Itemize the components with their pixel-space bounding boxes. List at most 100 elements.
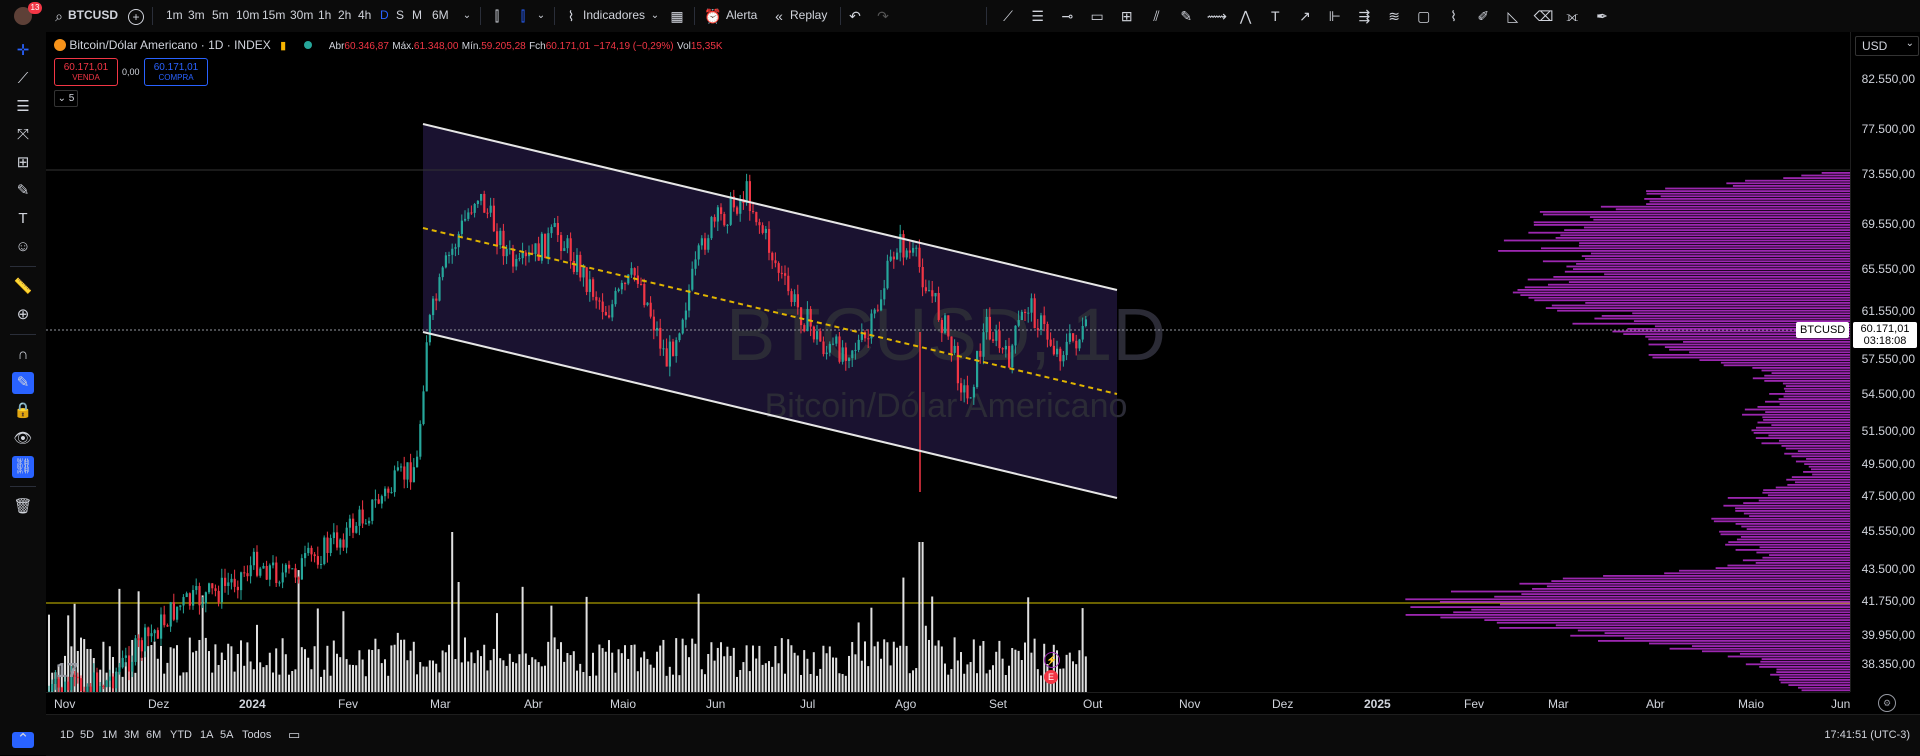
volume-bar [336,653,338,692]
measure-icon[interactable]: ⟗ [1563,7,1581,25]
indicators-button[interactable]: Indicadores [583,8,645,22]
candle-body [278,582,281,584]
objects-tree-icon[interactable]: ⌃ [12,732,34,748]
candle-body [937,293,940,320]
earnings-icon[interactable]: E [1044,670,1058,684]
tradingview-logo[interactable]: 17 [56,660,78,683]
candle-body [307,547,310,554]
magnet-icon[interactable]: ∩ [12,344,34,366]
text-icon[interactable]: T [1266,7,1284,25]
fib-icon[interactable]: ☰ [12,96,34,118]
range-5a[interactable]: 5A [220,729,233,741]
zoom-in-icon[interactable]: ⊕ [12,304,34,326]
interval-dropdown-icon[interactable]: ⌄ [458,7,476,25]
chart-type-dropdown-icon[interactable]: ⌄ [532,7,550,25]
interval-10m[interactable]: 10m [236,8,259,22]
stay-drawing-icon[interactable]: ✎ [12,372,34,394]
indicators-icon[interactable]: ⌇ [562,7,580,25]
undo-icon[interactable]: ↶ [846,7,864,25]
sell-button[interactable]: 60.171,01 VENDA [54,58,118,86]
eye-icon[interactable]: 👁 [12,428,34,450]
volume-bar [428,660,431,692]
triangle-icon[interactable]: ◺ [1504,7,1522,25]
interval-m[interactable]: M [412,8,422,22]
fib-retracement-icon[interactable]: ☰ [1029,7,1047,25]
interval-d[interactable]: D [380,8,389,22]
currency-select[interactable]: USD ⌄ [1855,36,1919,56]
range-3m[interactable]: 3M [124,729,139,741]
alert-button[interactable]: Alerta [726,8,757,22]
symbol-search[interactable]: BTCUSD [68,8,118,22]
callout-icon[interactable]: ▢ [1415,7,1433,25]
interval-1m[interactable]: 1m [166,8,183,22]
grid-icon[interactable]: ⊞ [1118,7,1136,25]
interval-1h[interactable]: 1h [318,8,331,22]
arrow-icon[interactable]: ↗ [1296,7,1314,25]
projection-icon[interactable]: ⇶ [1355,7,1373,25]
range-1a[interactable]: 1A [200,729,213,741]
trash-icon[interactable]: 🗑 [12,496,34,518]
replay-icon[interactable]: « [770,7,788,25]
range-5d[interactable]: 5D [80,729,94,741]
path-icon[interactable]: ⟿ [1207,7,1227,25]
channel-icon[interactable]: ⫽ [1148,7,1166,25]
pattern-icon[interactable]: ⤧ [12,124,34,146]
axis-settings-icon[interactable]: ⚙ [1878,694,1896,712]
flag-icon[interactable]: ▮ [280,40,286,52]
interval-15m[interactable]: 15m [262,8,285,22]
indicators-dropdown-icon[interactable]: ⌄ [646,7,664,25]
shapes-icon[interactable]: ⌇ [1445,7,1463,25]
volume-profile-row [1784,390,1850,393]
price-axis[interactable]: USD ⌄ 82.550,00 77.500,00 73.550,00 69.550,… [1850,32,1920,692]
polyline-icon[interactable]: ⋀ [1237,7,1255,25]
chart-canvas[interactable]: BTCUSD, 1D Bitcoin/Dólar Americano [46,32,1850,692]
eraser-icon[interactable]: ⌫ [1534,7,1554,25]
brush2-icon[interactable]: ✐ [1474,7,1492,25]
pattern-icon[interactable]: ≋ [1385,7,1403,25]
alert-icon[interactable]: ⏰ [704,7,722,25]
interval-6m[interactable]: 6M [432,8,449,22]
candle-body [982,332,985,357]
interval-4h[interactable]: 4h [358,8,371,22]
interval-3m[interactable]: 3m [188,8,205,22]
search-icon[interactable]: ⌕ [50,7,68,25]
rectangle-icon[interactable]: ▭ [1088,7,1106,25]
range-1d[interactable]: 1D [60,729,74,741]
date-range-icon[interactable]: ▭ [288,727,300,743]
brush-icon[interactable]: ✎ [1177,7,1195,25]
crosshair-icon[interactable]: ✛ [12,40,34,62]
brush-icon[interactable]: ✎ [12,180,34,202]
range-todos[interactable]: Todos [242,729,271,741]
clock[interactable]: 17:41:51 (UTC-3) [1824,729,1910,741]
chart-type-icon[interactable]: ⫿ [514,7,532,25]
range-1m[interactable]: 1M [102,729,117,741]
redo-icon[interactable]: ↷ [874,7,892,25]
text-icon[interactable]: T [12,208,34,230]
chart-pane[interactable]: BTCUSD, 1D Bitcoin/Dólar Americano Bitco… [46,32,1850,692]
interval-2h[interactable]: 2h [338,8,351,22]
time-axis[interactable]: Nov Dez 2024 Fev Mar Abr Maio Jun Jul Ago Set Out No… [46,692,1850,715]
interval-s[interactable]: S [396,8,404,22]
replay-button[interactable]: Replay [790,8,827,22]
pen-icon[interactable]: ✒ [1593,7,1611,25]
long-position-icon[interactable]: ⊩ [1326,7,1344,25]
dividends-icon[interactable]: ⚡ [1044,652,1060,668]
trendline-icon[interactable]: ⟋ [12,68,34,90]
buy-button[interactable]: 60.171,01 COMPRA [144,58,208,86]
indicators-toggle[interactable]: ⌄ 5 [54,90,78,107]
emoji-icon[interactable]: ☺ [12,236,34,258]
range-6m[interactable]: 6M [146,729,161,741]
lock-icon[interactable]: 🔒 [12,400,34,422]
interval-30m[interactable]: 30m [290,8,313,22]
link-icon[interactable]: ⛓ [12,456,34,478]
candles-icon[interactable]: ⫿ [488,7,506,25]
add-symbol-icon[interactable]: + [128,9,144,25]
ruler-icon[interactable]: 📏 [12,276,34,298]
forecast-icon[interactable]: ⊞ [12,152,34,174]
layout-grid-icon[interactable]: ▦ [668,7,686,25]
horizontal-ray-icon[interactable]: ⊸ [1058,7,1076,25]
interval-5m[interactable]: 5m [212,8,229,22]
legend-title[interactable]: Bitcoin/Dólar Americano · 1D · INDEX [69,38,270,52]
range-ytd[interactable]: YTD [170,729,192,741]
lines-icon[interactable]: ⟋ [999,7,1017,25]
